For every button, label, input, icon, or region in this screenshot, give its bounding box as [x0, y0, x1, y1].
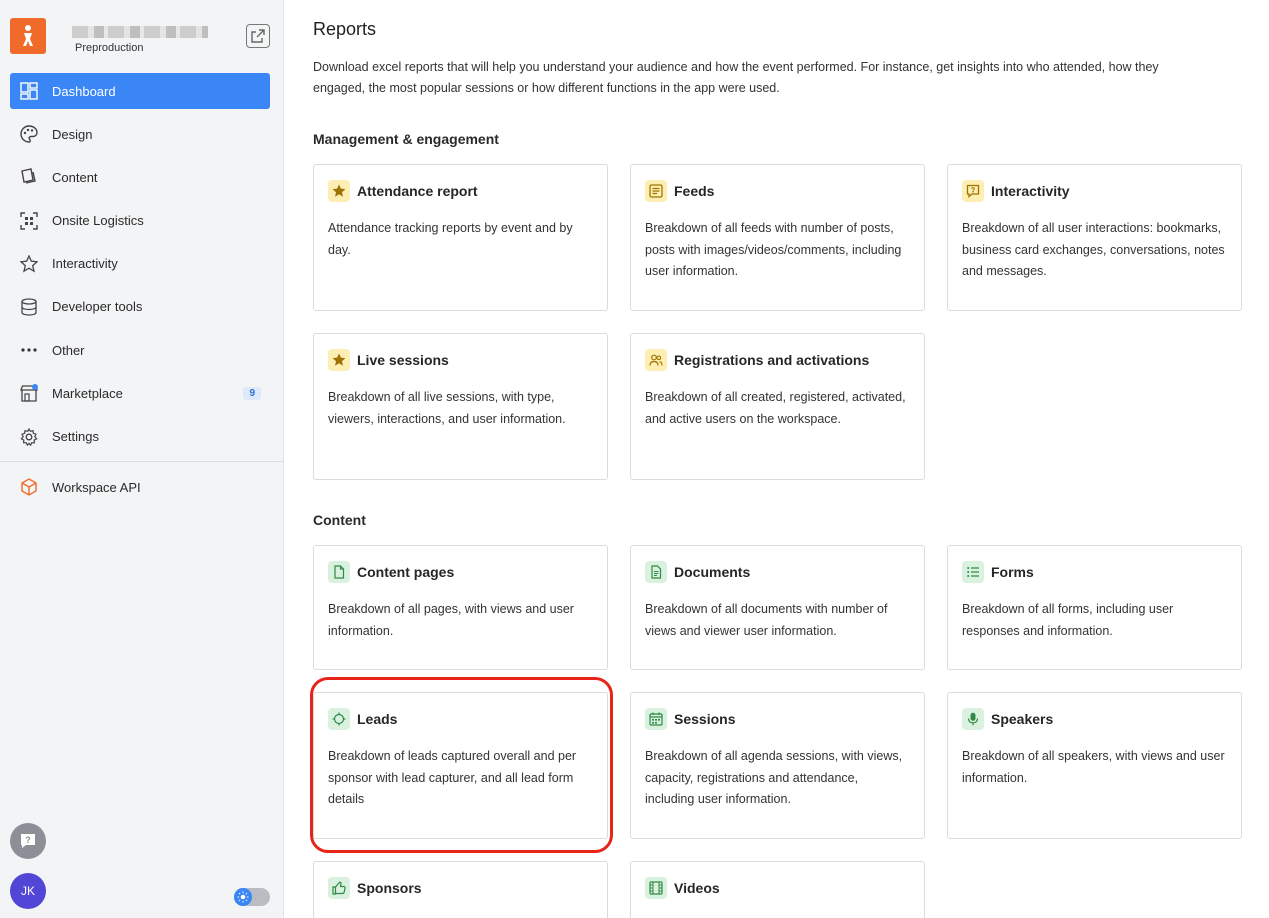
card-description: Breakdown of all live sessions, with typ…: [328, 390, 566, 426]
report-card-attendance[interactable]: Attendance report Attendance tracking re…: [313, 164, 608, 311]
card-description: Breakdown of all user interactions: book…: [962, 221, 1225, 278]
star-icon: [328, 349, 350, 371]
sidebar-item-label: Dashboard: [52, 83, 116, 99]
cube-icon: [19, 477, 39, 497]
help-chat-icon: ?: [21, 834, 35, 848]
workspace-environment: Preproduction: [75, 42, 144, 54]
avatar[interactable]: JK: [10, 873, 46, 909]
dashboard-icon: [19, 81, 39, 101]
card-description: Breakdown of all speakers, with views an…: [962, 749, 1225, 785]
card-title: Registrations and activations: [674, 352, 870, 368]
card-title: Forms: [991, 564, 1034, 580]
sidebar-item-label: Content: [52, 169, 98, 185]
star-icon: [328, 180, 350, 202]
microphone-icon: [962, 708, 984, 730]
report-card-feeds[interactable]: Feeds Breakdown of all feeds with number…: [630, 164, 925, 311]
more-dots-icon: [19, 340, 39, 360]
sidebar-item-label: Interactivity: [52, 256, 118, 272]
workspace-logo-icon[interactable]: [10, 18, 46, 54]
sidebar-item-label: Onsite Logistics: [52, 213, 144, 229]
card-title: Documents: [674, 564, 751, 580]
qr-scan-icon: [19, 211, 39, 231]
sidebar-item-interactivity[interactable]: Interactivity: [10, 246, 270, 282]
card-title: Attendance report: [357, 183, 478, 199]
palette-icon: [19, 124, 39, 144]
content-icon: [19, 167, 39, 187]
report-card-sponsors[interactable]: Sponsors: [313, 861, 608, 918]
sidebar-item-label: Other: [52, 342, 85, 358]
card-title: Videos: [674, 880, 720, 896]
sidebar-item-other[interactable]: Other: [10, 332, 270, 368]
svg-text:?: ?: [25, 835, 31, 845]
leads-highlight-annotation: [310, 677, 613, 853]
report-card-sessions[interactable]: Sessions Breakdown of all agenda session…: [630, 692, 925, 839]
theme-toggle[interactable]: [234, 888, 270, 906]
report-card-videos[interactable]: Videos: [630, 861, 925, 918]
film-icon: [645, 877, 667, 899]
sidebar-item-label: Developer tools: [52, 299, 143, 315]
card-title: Live sessions: [357, 352, 449, 368]
section-title-management: Management & engagement: [313, 131, 499, 147]
feed-icon: [645, 180, 667, 202]
card-title: Content pages: [357, 564, 455, 580]
sidebar-item-onsite-logistics[interactable]: Onsite Logistics: [10, 203, 270, 239]
sidebar-item-design[interactable]: Design: [10, 116, 270, 152]
workspace-header: Preproduction: [10, 18, 272, 58]
card-title: Feeds: [674, 183, 715, 199]
card-description: Attendance tracking reports by event and…: [328, 221, 573, 257]
card-title: Sponsors: [357, 880, 422, 896]
store-icon: [19, 383, 39, 403]
sidebar-item-label: Marketplace: [52, 385, 123, 401]
report-card-live-sessions[interactable]: Live sessions Breakdown of all live sess…: [313, 333, 608, 480]
card-description: Breakdown of all feeds with number of po…: [645, 221, 902, 278]
main-content: Reports Download excel reports that will…: [284, 0, 1269, 918]
sidebar-item-marketplace[interactable]: Marketplace 9: [10, 375, 270, 411]
card-title: Speakers: [991, 711, 1054, 727]
help-button[interactable]: ?: [10, 823, 46, 859]
card-title: Sessions: [674, 711, 736, 727]
users-icon: [645, 349, 667, 371]
gear-icon: [19, 427, 39, 447]
workspace-name-redacted: [72, 26, 208, 38]
sidebar-item-label: Workspace API: [52, 479, 141, 495]
card-description: Breakdown of all documents with number o…: [645, 602, 888, 638]
database-icon: [19, 297, 39, 317]
chat-icon: [962, 180, 984, 202]
card-description: Breakdown of all agenda sessions, with v…: [645, 749, 903, 806]
thumbs-up-icon: [328, 877, 350, 899]
card-description: Breakdown of all created, registered, ac…: [645, 390, 906, 426]
sidebar-divider: [0, 461, 284, 462]
report-card-speakers[interactable]: Speakers Breakdown of all speakers, with…: [947, 692, 1242, 839]
external-link-icon[interactable]: [246, 24, 270, 48]
document-icon: [645, 561, 667, 583]
list-icon: [962, 561, 984, 583]
sidebar-item-label: Design: [52, 126, 93, 142]
page-title: Reports: [313, 19, 377, 39]
card-description: Breakdown of all forms, including user r…: [962, 602, 1174, 638]
sidebar-item-developer-tools[interactable]: Developer tools: [10, 289, 270, 325]
marketplace-count-badge: 9: [243, 387, 261, 401]
report-card-registrations[interactable]: Registrations and activations Breakdown …: [630, 333, 925, 480]
page-icon: [328, 561, 350, 583]
card-title: Interactivity: [991, 183, 1070, 199]
sidebar-item-settings[interactable]: Settings: [10, 419, 270, 455]
report-card-forms[interactable]: Forms Breakdown of all forms, including …: [947, 545, 1242, 670]
calendar-icon: [645, 708, 667, 730]
section-title-content: Content: [313, 512, 366, 528]
sidebar-item-content[interactable]: Content: [10, 159, 270, 195]
sidebar-item-dashboard[interactable]: Dashboard: [10, 73, 270, 109]
sidebar-item-workspace-api[interactable]: Workspace API: [10, 469, 270, 505]
sun-icon: [234, 888, 252, 906]
sidebar: Preproduction Dashboard Design Content O…: [0, 0, 284, 918]
sidebar-nav: Dashboard Design Content Onsite Logistic…: [10, 73, 270, 462]
sidebar-item-label: Settings: [52, 429, 99, 444]
report-card-content-pages[interactable]: Content pages Breakdown of all pages, wi…: [313, 545, 608, 670]
page-description: Download excel reports that will help yo…: [313, 60, 1159, 95]
report-card-documents[interactable]: Documents Breakdown of all documents wit…: [630, 545, 925, 670]
star-outline-icon: [19, 254, 39, 274]
report-card-interactivity[interactable]: Interactivity Breakdown of all user inte…: [947, 164, 1242, 311]
card-description: Breakdown of all pages, with views and u…: [328, 602, 574, 638]
